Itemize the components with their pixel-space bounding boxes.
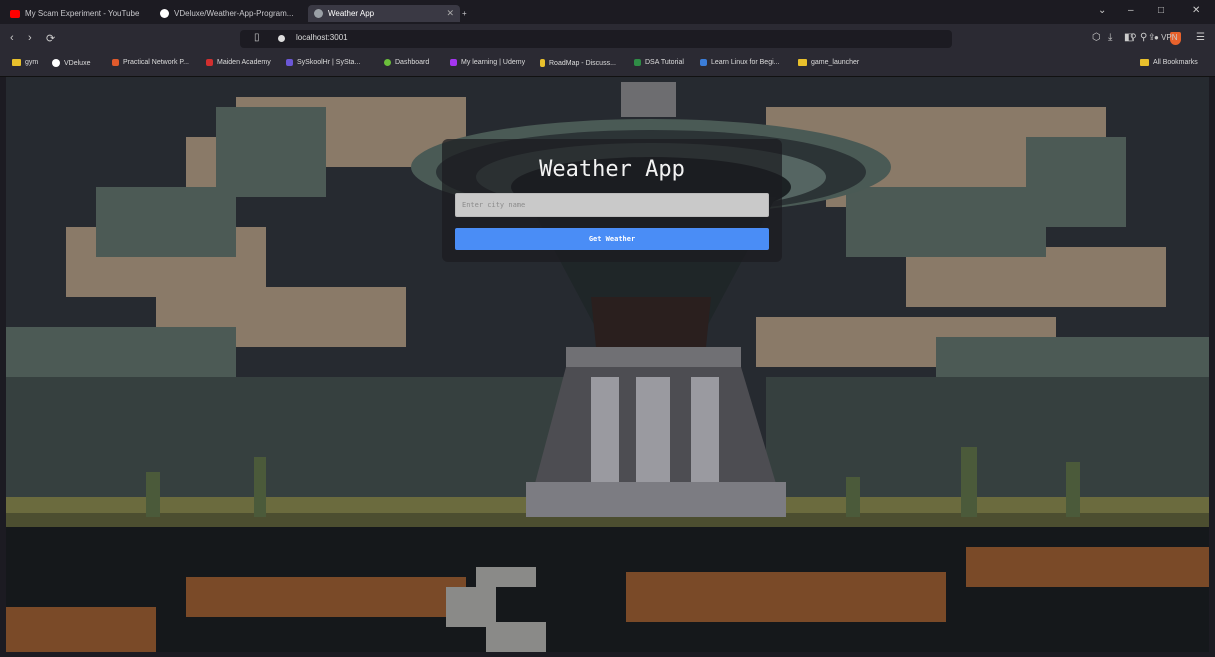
bookmark-gym[interactable]: gym [12,59,38,66]
new-tab-button[interactable]: + [462,5,467,22]
list-tabs-icon[interactable]: ⌄ [1098,5,1106,16]
site-icon [206,59,213,66]
navigation-bar: ‹ › ⟳ ▯ localhost:3001 ⚲ ⇪ ⬡ ⤓ ◧ ⚲ ● VPN… [0,24,1215,54]
download-icon[interactable]: ⤓ [1108,32,1112,43]
weather-card: Weather App Get Weather [442,139,782,262]
site-icon [384,59,391,66]
bookmark-dashboard[interactable]: Dashboard [384,59,429,66]
tab-label: VDeluxe/Weather-App-Program... [174,9,294,18]
globe-icon [314,9,323,18]
maximize-icon[interactable]: □ [1158,5,1164,16]
tab-strip: My Scam Experiment - YouTube VDeluxe/Wea… [0,0,1215,24]
get-weather-button[interactable]: Get Weather [455,228,769,250]
bookmark-syskoolhr[interactable]: SySkoolHr | SySta... [286,59,360,66]
bookmark-udemy[interactable]: My learning | Udemy [450,59,525,66]
url-text[interactable]: localhost:3001 [296,33,348,42]
bookmark-practical-network[interactable]: Practical Network P... [112,59,189,66]
search-icon[interactable]: ⚲ [1140,32,1147,43]
github-icon [160,9,169,18]
site-info-icon[interactable] [278,35,285,42]
address-bar[interactable]: ▯ localhost:3001 ⚲ ⇪ [240,30,1181,48]
bookmark-page-icon[interactable]: ▯ [254,32,260,43]
close-icon[interactable]: ✕ [446,8,454,19]
extensions-icon[interactable]: ⬡ [1092,32,1101,43]
page-viewport: Weather App Get Weather [6,77,1209,652]
tab-github[interactable]: VDeluxe/Weather-App-Program... [160,5,300,22]
bookmark-maiden-academy[interactable]: Maiden Academy [206,59,271,66]
folder-icon [12,59,21,66]
site-icon [286,59,293,66]
site-icon [540,59,545,67]
tab-label: My Scam Experiment - YouTube [25,9,140,18]
bookmark-roadmap[interactable]: RoadMap - Discuss... [540,59,616,67]
folder-icon [1140,59,1149,66]
app-title: Weather App [539,157,685,182]
close-window-icon[interactable]: ✕ [1192,5,1200,16]
tab-weather-app[interactable]: Weather App ✕ [308,5,460,22]
github-icon [52,59,60,67]
bookmark-learn-linux[interactable]: Learn Linux for Begi... [700,59,780,66]
site-icon [112,59,119,66]
bookmarks-bar: gym VDeluxe Practical Network P... Maide… [0,54,1215,77]
youtube-icon [10,9,20,18]
minimize-icon[interactable]: – [1128,5,1134,16]
menu-icon[interactable]: ☰ [1196,32,1205,43]
city-input[interactable] [455,193,769,217]
sidebar-icon[interactable]: ◧ [1124,32,1133,43]
vpn-button[interactable]: ● VPN [1154,33,1178,42]
site-icon [700,59,707,66]
back-icon[interactable]: ‹ [10,32,14,44]
tab-youtube[interactable]: My Scam Experiment - YouTube [10,5,150,22]
udemy-icon [450,59,457,66]
tab-label: Weather App [328,9,375,18]
bookmark-dsa-tutorial[interactable]: DSA Tutorial [634,59,684,66]
all-bookmarks[interactable]: All Bookmarks [1140,59,1198,66]
reload-icon[interactable]: ⟳ [46,32,55,45]
forward-icon[interactable]: › [28,32,32,44]
bookmark-game-launcher[interactable]: game_launcher [798,59,859,66]
bookmark-vdeluxe[interactable]: VDeluxe [52,59,90,67]
site-icon [634,59,641,66]
folder-icon [798,59,807,66]
